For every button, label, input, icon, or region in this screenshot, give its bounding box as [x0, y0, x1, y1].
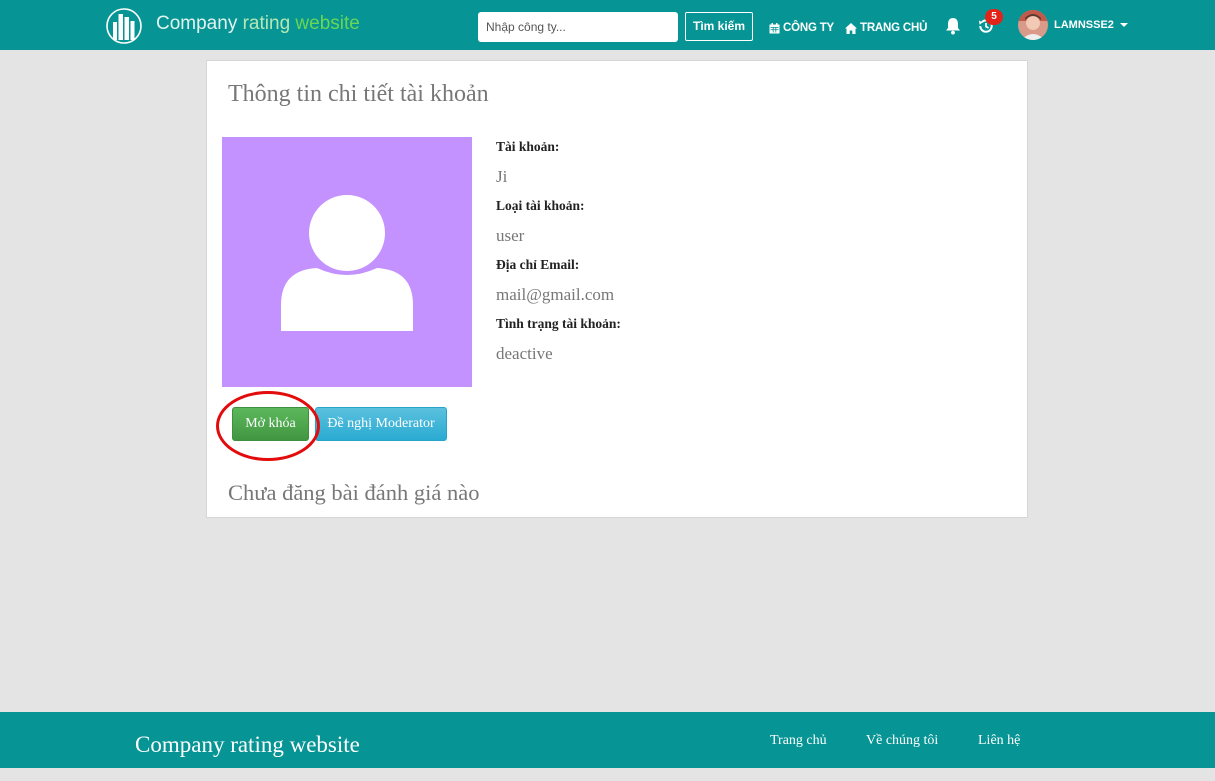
footer-link-about[interactable]: Về chúng tôi	[866, 733, 938, 749]
propose-moderator-button[interactable]: Đề nghị Moderator	[315, 407, 447, 441]
calendar-icon	[769, 22, 780, 33]
field-label-account-type: Loại tài khoản:	[496, 198, 585, 213]
field-label-email: Địa chỉ Email:	[496, 257, 580, 272]
account-details-card: Thông tin chi tiết tài khoản Tài khoản: …	[206, 60, 1028, 518]
field-value-account: Ji	[496, 167, 508, 186]
field-label-status: Tình trạng tài khoản:	[496, 316, 621, 331]
user-avatar	[1018, 10, 1048, 40]
unlock-button[interactable]: Mở khóa	[232, 407, 309, 441]
field-value-account-type: user	[496, 226, 525, 245]
home-icon	[845, 22, 857, 34]
field-value-status: deactive	[496, 344, 553, 363]
footer-link-contact[interactable]: Liên hệ	[978, 733, 1020, 749]
brand-title[interactable]: Company rating website	[156, 13, 360, 35]
field-label-account: Tài khoản:	[496, 139, 560, 154]
user-menu-dropdown[interactable]: LAMNSSE2	[1018, 10, 1128, 40]
footer-brand: Company rating website	[135, 732, 360, 757]
footer-link-home[interactable]: Trang chủ	[770, 733, 827, 749]
building-logo-icon[interactable]	[106, 8, 142, 44]
nav-company-label: CÔNG TY	[783, 22, 834, 34]
notification-badge: 5	[985, 9, 1003, 25]
top-navbar: Company rating website Tìm kiếm CÔNG TY …	[0, 0, 1215, 50]
brand-word-3: website	[295, 13, 360, 34]
user-silhouette-icon	[281, 195, 413, 331]
field-value-email: mail@gmail.com	[496, 285, 615, 304]
search-input[interactable]	[478, 12, 678, 42]
caret-down-icon	[1119, 23, 1128, 27]
search-button[interactable]: Tìm kiếm	[685, 12, 753, 41]
brand-word-1: Company	[156, 13, 238, 34]
nav-home-link[interactable]: TRANG CHỦ	[845, 20, 927, 36]
profile-picture	[222, 137, 472, 387]
nav-home-label: TRANG CHỦ	[860, 22, 928, 34]
username-label: LAMNSSE2	[1054, 19, 1114, 31]
bell-icon[interactable]	[945, 17, 961, 35]
no-posts-message: Chưa đăng bài đánh giá nào	[228, 480, 480, 505]
brand-word-2: rating	[242, 13, 291, 34]
footer: Company rating website Trang chủ Về chún…	[0, 712, 1215, 768]
page-title: Thông tin chi tiết tài khoản	[228, 81, 489, 107]
nav-company-link[interactable]: CÔNG TY	[769, 20, 834, 36]
